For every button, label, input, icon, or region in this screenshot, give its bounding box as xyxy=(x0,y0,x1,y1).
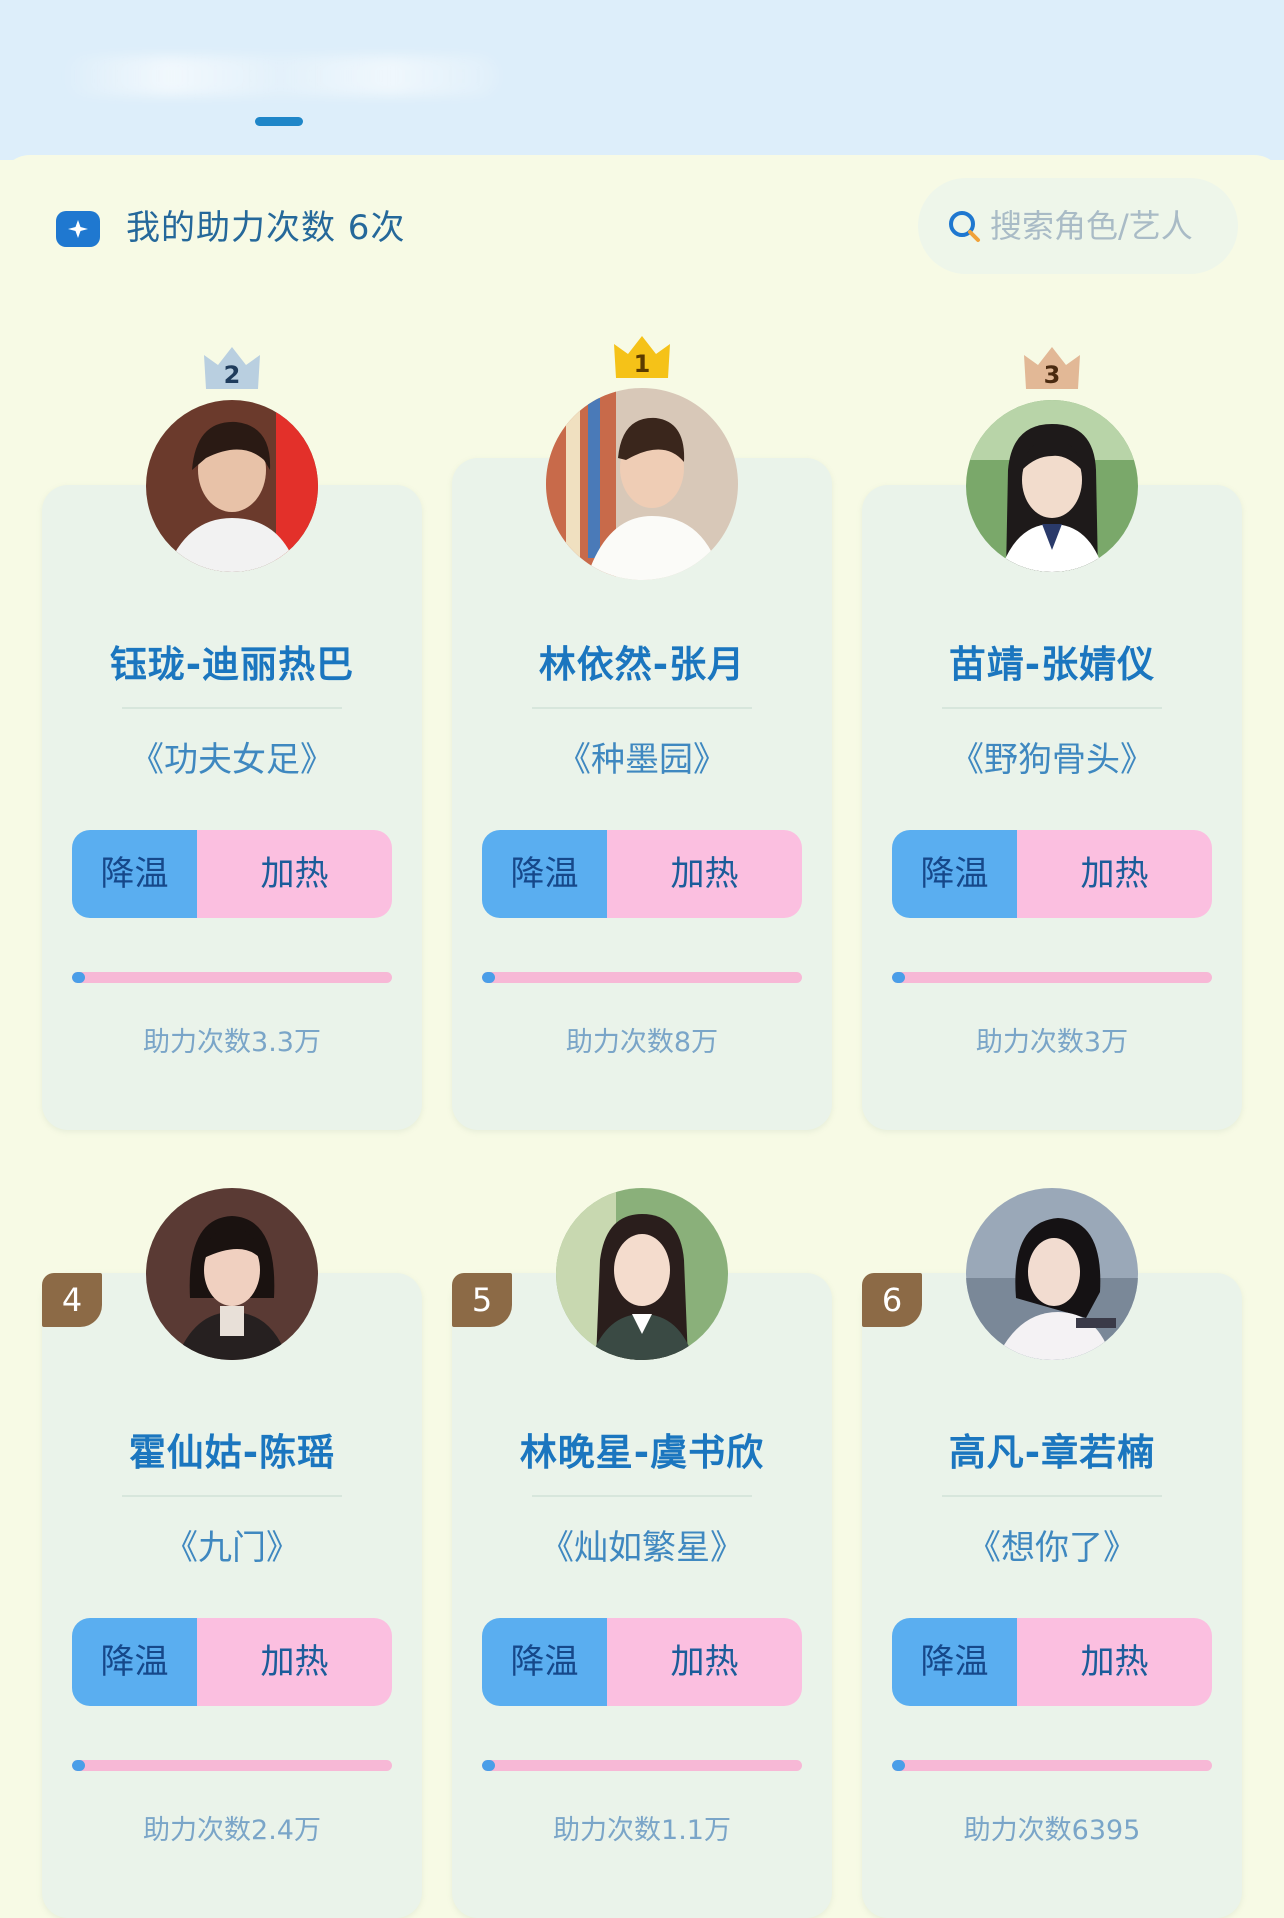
crown-rank-number: 2 xyxy=(224,361,241,389)
progress-fill xyxy=(482,972,495,983)
character-name: 高凡-章若楠 xyxy=(948,1431,1156,1474)
ranking-card: 霍仙姑-陈瑶 《九门》 降温 加热 助力次数2.4万 xyxy=(42,1273,422,1918)
progress-fill xyxy=(72,1760,85,1771)
cool-down-button[interactable]: 降温 xyxy=(482,1618,607,1706)
divider xyxy=(532,1495,752,1497)
cool-down-button[interactable]: 降温 xyxy=(72,830,197,918)
work-title: 《想你了》 xyxy=(967,1528,1137,1568)
ranking-card: 林晚星-虞书欣 《灿如繁星》 降温 加热 助力次数1.1万 xyxy=(452,1273,832,1918)
avatar[interactable] xyxy=(966,1188,1138,1360)
assist-count: 助力次数3万 xyxy=(975,1027,1129,1058)
vote-buttons: 降温 加热 xyxy=(482,1618,802,1706)
heat-up-button[interactable]: 加热 xyxy=(197,1618,392,1706)
rank-badge: 5 xyxy=(452,1273,512,1327)
assist-count-label: 我的助力次数 6次 xyxy=(126,208,406,248)
character-name: 钰珑-迪丽热巴 xyxy=(109,643,355,686)
divider xyxy=(942,707,1162,709)
silver-crown-icon: 2 xyxy=(204,347,260,389)
assist-count: 助力次数8万 xyxy=(565,1027,719,1058)
character-name: 霍仙姑-陈瑶 xyxy=(128,1431,336,1474)
rank-badge: 4 xyxy=(42,1273,102,1327)
vote-buttons: 降温 加热 xyxy=(892,830,1212,918)
top-tab-bar xyxy=(0,0,1284,160)
search-input[interactable]: 搜索角色/艺人 xyxy=(918,178,1238,274)
bronze-crown-icon: 3 xyxy=(1024,347,1080,389)
search-icon xyxy=(949,211,980,242)
divider xyxy=(122,1495,342,1497)
avatar[interactable] xyxy=(556,1188,728,1360)
assist-count: 助力次数3.3万 xyxy=(143,1027,321,1058)
tab-list-blurred[interactable] xyxy=(60,56,500,96)
assist-progress-bar xyxy=(72,1760,392,1771)
ranking-card: 高凡-章若楠 《想你了》 降温 加热 助力次数6395 xyxy=(862,1273,1242,1918)
divider xyxy=(532,707,752,709)
work-title: 《功夫女足》 xyxy=(130,740,334,780)
divider xyxy=(942,1495,1162,1497)
active-tab-indicator xyxy=(255,117,303,126)
work-title: 《野狗骨头》 xyxy=(950,740,1154,780)
character-name: 林依然-张月 xyxy=(538,643,746,686)
assist-count: 助力次数6395 xyxy=(963,1815,1141,1846)
gold-crown-icon: 1 xyxy=(614,336,670,378)
vote-buttons: 降温 加热 xyxy=(892,1618,1212,1706)
character-name: 苗靖-张婧仪 xyxy=(948,643,1156,686)
heat-up-button[interactable]: 加热 xyxy=(1017,830,1212,918)
heat-up-button[interactable]: 加热 xyxy=(1017,1618,1212,1706)
work-title: 《九门》 xyxy=(164,1528,300,1568)
vote-buttons: 降温 加热 xyxy=(72,830,392,918)
heat-up-button[interactable]: 加热 xyxy=(197,830,392,918)
vote-buttons: 降温 加热 xyxy=(482,830,802,918)
avatar[interactable] xyxy=(146,1188,318,1360)
cool-down-button[interactable]: 降温 xyxy=(892,1618,1017,1706)
divider xyxy=(122,707,342,709)
sparkle-icon xyxy=(56,211,100,247)
avatar[interactable] xyxy=(146,400,318,572)
assist-count: 助力次数2.4万 xyxy=(143,1815,321,1846)
cool-down-button[interactable]: 降温 xyxy=(72,1618,197,1706)
progress-fill xyxy=(72,972,85,983)
character-name: 林晚星-虞书欣 xyxy=(519,1431,765,1474)
heat-up-button[interactable]: 加热 xyxy=(607,1618,802,1706)
assist-progress-bar xyxy=(482,1760,802,1771)
ranking-card: 钰珑-迪丽热巴 《功夫女足》 降温 加热 助力次数3.3万 xyxy=(42,485,422,1130)
assist-progress-bar xyxy=(892,972,1212,983)
assist-progress-bar xyxy=(482,972,802,983)
cool-down-button[interactable]: 降温 xyxy=(482,830,607,918)
work-title: 《种墨园》 xyxy=(557,740,727,780)
progress-fill xyxy=(892,972,905,983)
avatar[interactable] xyxy=(546,388,738,580)
search-placeholder: 搜索角色/艺人 xyxy=(990,207,1193,245)
progress-fill xyxy=(892,1760,905,1771)
rank-badge: 6 xyxy=(862,1273,922,1327)
assist-progress-bar xyxy=(72,972,392,983)
assist-count: 助力次数1.1万 xyxy=(553,1815,731,1846)
vote-buttons: 降温 加热 xyxy=(72,1618,392,1706)
heat-up-button[interactable]: 加热 xyxy=(607,830,802,918)
work-title: 《灿如繁星》 xyxy=(540,1528,744,1568)
assist-progress-bar xyxy=(892,1760,1212,1771)
ranking-card: 苗靖-张婧仪 《野狗骨头》 降温 加热 助力次数3万 xyxy=(862,485,1242,1130)
cool-down-button[interactable]: 降温 xyxy=(892,830,1017,918)
progress-fill xyxy=(482,1760,495,1771)
crown-rank-number: 1 xyxy=(634,350,651,378)
avatar[interactable] xyxy=(966,400,1138,572)
crown-rank-number: 3 xyxy=(1044,361,1061,389)
